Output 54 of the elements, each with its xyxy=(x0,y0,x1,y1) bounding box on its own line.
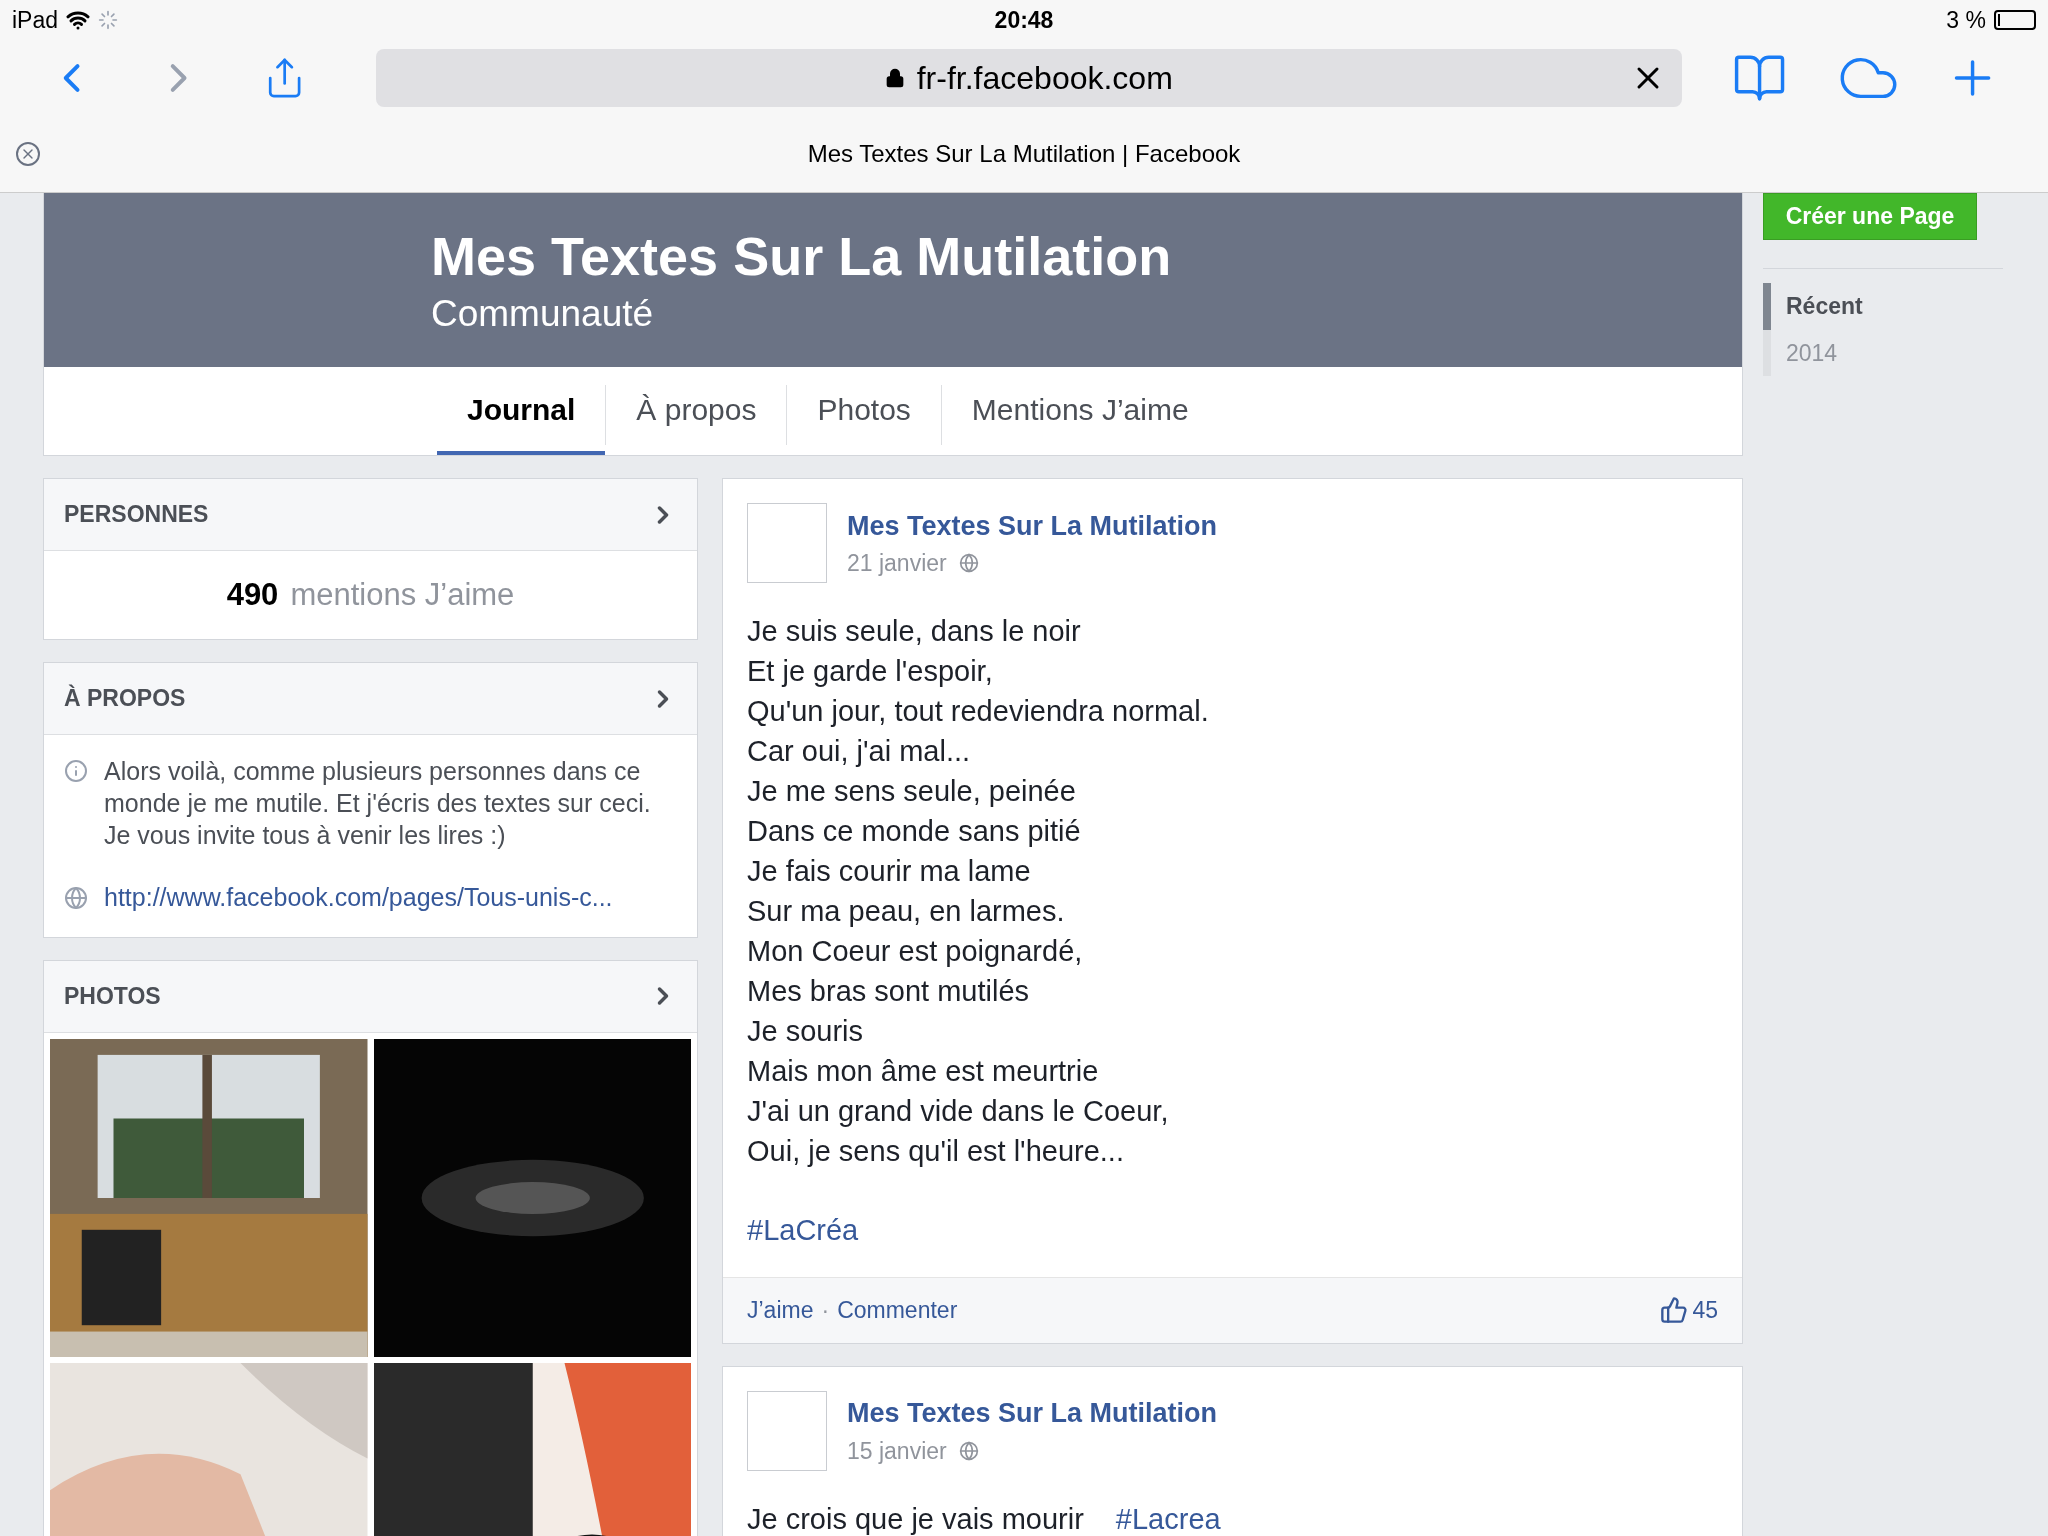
globe-icon xyxy=(958,1440,979,1461)
separator-dot: · xyxy=(821,1295,830,1325)
likes-count: 490 xyxy=(226,575,279,614)
post-line: J'ai un grand vide dans le Coeur, xyxy=(747,1094,1170,1129)
device-name: iPad xyxy=(12,5,59,35)
post-line: Je me sens seule, peinée xyxy=(747,774,1077,809)
hashtag-link[interactable]: #LaCréa xyxy=(747,1209,1718,1253)
post-line: Oui, je sens qu'il est l'heure... xyxy=(747,1134,1125,1169)
post-line: Je souris xyxy=(747,1014,865,1049)
website-link[interactable]: http://www.facebook.com/pages/Tous-unis-c... xyxy=(104,879,613,917)
timeline-year[interactable]: Récent xyxy=(1763,283,2003,330)
post-action-link[interactable]: J’aime xyxy=(747,1292,814,1328)
page-name: Mes Textes Sur La Mutilation xyxy=(431,225,1172,289)
like-count: 45 xyxy=(1692,1295,1718,1325)
post-line: Je crois que je vais mourir xyxy=(747,1501,1084,1536)
close-tab-icon[interactable] xyxy=(16,141,40,166)
post-line: Qu'un jour, tout redeviendra normal. xyxy=(747,694,1210,729)
page-tab[interactable]: Mentions J’aime xyxy=(941,367,1219,455)
post-line: Et je garde l'espoir, xyxy=(747,654,994,689)
tab-title: Mes Textes Sur La Mutilation | Facebook xyxy=(807,138,1241,169)
battery-percent: 3 % xyxy=(1946,5,1986,35)
post-line: Dans ce monde sans pitié xyxy=(747,814,1082,849)
activity-icon xyxy=(98,10,119,30)
post-author[interactable]: Mes Textes Sur La Mutilation xyxy=(847,1393,1218,1434)
page-tab[interactable]: Journal xyxy=(437,367,606,455)
post-date: 21 janvier xyxy=(847,549,947,578)
post-date: 15 janvier xyxy=(847,1436,947,1466)
page-tab[interactable]: Photos xyxy=(787,367,941,455)
lock-icon xyxy=(884,67,905,88)
page-tab[interactable]: À propos xyxy=(606,367,787,455)
section-title: À PROPOS xyxy=(64,683,186,714)
post-line: Mon Coeur est poignardé, xyxy=(747,934,1084,969)
info-icon xyxy=(64,759,88,783)
post-line: Je fais courir ma lame xyxy=(747,854,1032,889)
thumbs-up-icon xyxy=(1660,1296,1689,1324)
url-text: fr-fr.facebook.com xyxy=(916,58,1173,98)
post-line: Mes bras sont mutilés xyxy=(747,974,1031,1009)
post-author[interactable]: Mes Textes Sur La Mutilation xyxy=(847,505,1218,546)
post-line: Mais mon âme est meurtrie xyxy=(747,1054,1100,1089)
globe-icon xyxy=(958,553,979,574)
globe-icon xyxy=(64,885,88,910)
post-action-link[interactable]: Commenter xyxy=(837,1292,958,1328)
section-title: PHOTOS xyxy=(64,981,161,1011)
section-title: PERSONNES xyxy=(64,500,209,530)
about-description: Alors voilà, comme plusieurs personnes dans ce monde je me mutile. Et j'écris des textes sur ceci. Je vous invite tous à venir les lires :) xyxy=(104,756,652,851)
likes-label: mentions J’aime xyxy=(290,575,515,614)
post-line: Je suis seule, dans le noir xyxy=(747,614,1082,649)
hashtag-link[interactable]: #Lacrea xyxy=(1115,1498,1221,1536)
post-line: Car oui, j'ai mal... xyxy=(747,734,972,769)
clock: 20:48 xyxy=(994,5,1054,35)
address-bar[interactable]: fr-fr.facebook.com xyxy=(375,48,1682,107)
post-line: Sur ma peau, en larmes. xyxy=(747,894,1066,929)
page-category: Communauté xyxy=(431,291,655,336)
battery-icon xyxy=(1994,10,2036,30)
